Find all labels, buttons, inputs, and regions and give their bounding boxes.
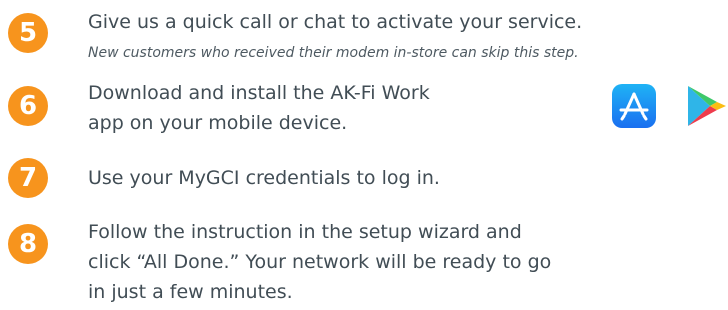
step-text-line-2: app on your mobile device. — [88, 112, 348, 134]
step-8: 8 Follow the instruction in the setup wi… — [0, 212, 728, 310]
step-7: 7 Use your MyGCI credentials to log in. — [0, 152, 728, 200]
app-store-icon[interactable] — [612, 84, 656, 128]
step-number-badge: 6 — [8, 86, 48, 126]
step-note: New customers who received their modem i… — [88, 45, 579, 61]
step-5: 5 Give us a quick call or chat to activa… — [0, 0, 728, 66]
step-number-badge: 7 — [8, 158, 48, 198]
step-text-line-3: in just a few minutes. — [88, 281, 293, 303]
step-text: Use your MyGCI credentials to log in. — [88, 167, 440, 189]
step-text-line-2: click “All Done.” Your network will be r… — [88, 251, 552, 273]
step-number-badge: 8 — [8, 224, 48, 264]
step-number-badge: 5 — [8, 13, 48, 53]
step-6: 6 Download and install the AK-Fi Work ap… — [0, 72, 728, 138]
google-play-icon[interactable] — [684, 84, 728, 128]
step-text: Give us a quick call or chat to activate… — [88, 11, 583, 33]
step-text-line-1: Follow the instruction in the setup wiza… — [88, 221, 522, 243]
step-text-line-1: Download and install the AK-Fi Work — [88, 82, 430, 104]
